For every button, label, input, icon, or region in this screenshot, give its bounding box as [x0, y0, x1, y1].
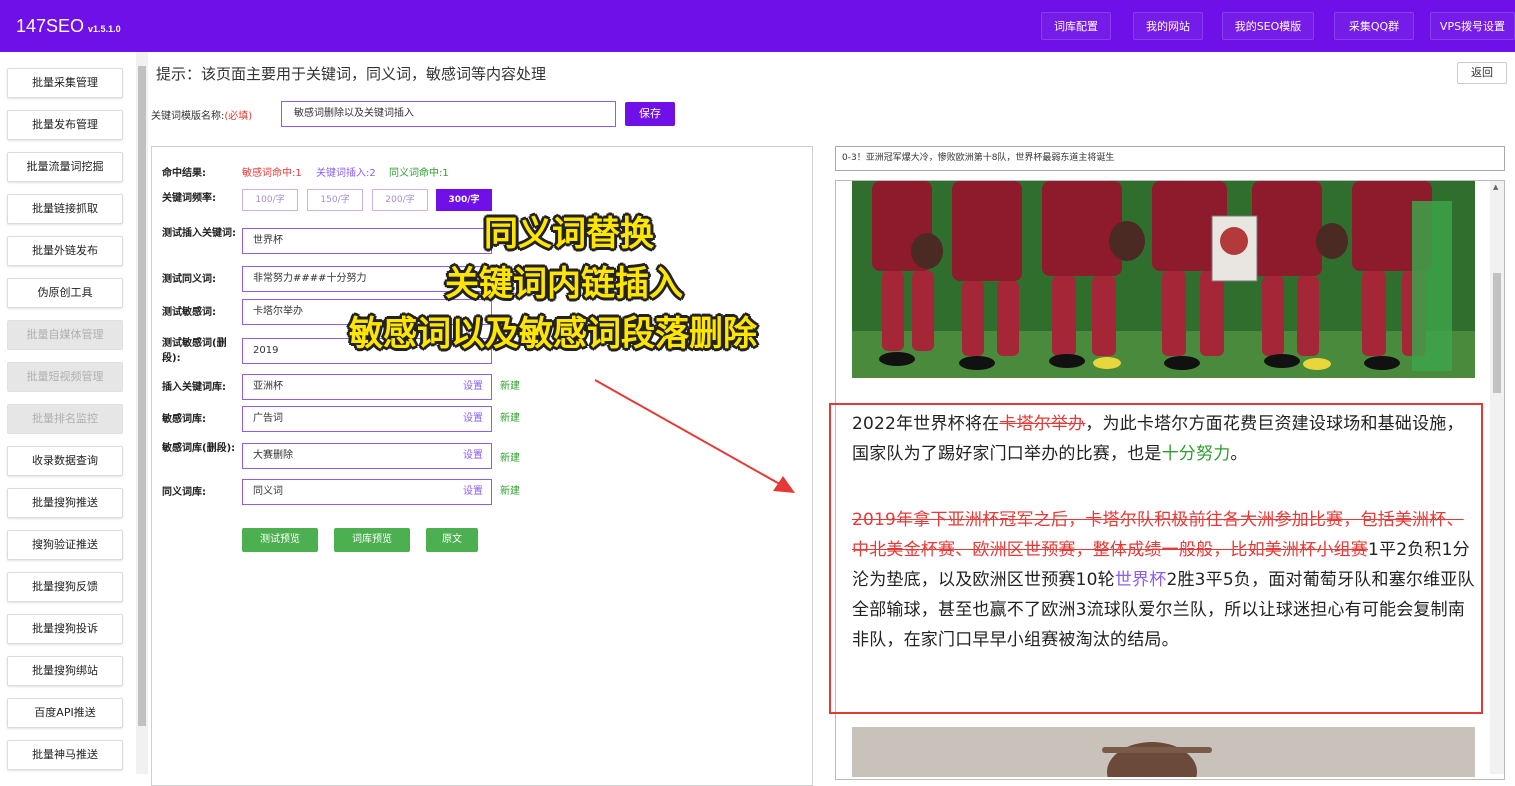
sidebar-scrollbar[interactable]: [136, 52, 148, 774]
save-button[interactable]: 保存: [625, 102, 675, 126]
nav-my-seo-templates[interactable]: 我的SEO模版: [1222, 12, 1314, 40]
lib-preview-button[interactable]: 词库预览: [334, 528, 410, 552]
page-hint: 提示：该页面主要用于关键词，同义词，敏感词等内容处理: [156, 65, 547, 83]
syn-lib-label: 同义词库:: [162, 487, 206, 498]
template-name-input[interactable]: 敏感词删除以及关键词插入: [281, 101, 616, 127]
syn-lib-value: 同义词: [253, 486, 283, 497]
football-team-photo: [852, 181, 1475, 378]
sidebar-item-17[interactable]: 批量神马推送: [7, 740, 123, 770]
sens-lib-new-link[interactable]: 新建: [500, 409, 520, 424]
sidebar-scroll-thumb[interactable]: [138, 66, 146, 726]
sens-lib-set-link[interactable]: 设置: [463, 407, 483, 431]
player-photo: [852, 727, 1475, 777]
sensitive-del-label: 测试敏感词(删段):: [162, 338, 227, 364]
team-photo-drawing: [852, 181, 1475, 378]
app-logo: 147SEO v1.5.1.0: [16, 16, 121, 37]
sidebar: 批量采集管理 批量发布管理 批量流量词挖掘 批量链接抓取 批量外链发布 伪原创工具批量自媒…: [0, 52, 137, 774]
sidebar-item-15[interactable]: 批量搜狗绑站: [7, 656, 123, 686]
sidebar-item-6[interactable]: 伪原创工具: [7, 278, 123, 308]
required-mark: (必填): [224, 111, 253, 122]
syn-lib-input[interactable]: 同义词 设置: [242, 479, 492, 505]
template-name-label-text: 关键词模版名称:: [151, 111, 225, 122]
sidebar-item-13[interactable]: 批量搜狗反馈: [7, 572, 123, 602]
freq-option-150[interactable]: 150/字: [307, 189, 363, 211]
insert-lib-label: 插入关键词库:: [162, 382, 226, 393]
scroll-up-icon[interactable]: ▲: [1493, 183, 1498, 191]
synonym-label: 测试同义词:: [162, 274, 216, 285]
sens-del-lib-label: 敏感词库(删段):: [162, 443, 236, 454]
sidebar-item-10[interactable]: 收录数据查询: [7, 446, 123, 476]
nav-qq-groups[interactable]: 采集QQ群: [1334, 12, 1414, 40]
sidebar-item-2[interactable]: 批量发布管理: [7, 110, 123, 140]
syn-lib-set-link[interactable]: 设置: [463, 480, 483, 504]
sidebar-item-9: 批量排名监控: [7, 404, 123, 434]
sidebar-item-7: 批量自媒体管理: [7, 320, 123, 350]
template-name-label: 关键词模版名称:(必填): [151, 107, 252, 122]
sens-lib-value: 广告词: [253, 413, 283, 424]
sidebar-item-8: 批量短视频管理: [7, 362, 123, 392]
sidebar-item-11[interactable]: 批量搜狗推送: [7, 488, 123, 518]
original-button[interactable]: 原文: [426, 528, 478, 552]
highlight-box: [829, 403, 1483, 714]
result-label: 命中结果:: [162, 168, 206, 179]
result-sensitive: 敏感词命中:1: [242, 168, 302, 179]
sidebar-item-16[interactable]: 百度API推送: [7, 698, 123, 728]
annotation-arrow-icon: [594, 379, 795, 493]
preview-scrollbar[interactable]: ▲: [1490, 181, 1504, 774]
sens-del-lib-input[interactable]: 大赛删除 设置: [242, 443, 492, 469]
sens-del-lib-value: 大赛删除: [253, 450, 293, 461]
sidebar-item-12[interactable]: 搜狗验证推送: [7, 530, 123, 560]
freq-label: 关键词频率:: [162, 193, 216, 204]
back-button[interactable]: 返回: [1457, 62, 1507, 84]
caption-keyword-insert: 关键词内链插入: [445, 264, 683, 304]
sidebar-item-4[interactable]: 批量链接抓取: [7, 194, 123, 224]
syn-lib-new-link[interactable]: 新建: [500, 482, 520, 497]
sens-del-lib-new-link[interactable]: 新建: [500, 449, 520, 464]
player-photo-drawing: [852, 727, 1475, 777]
result-keyword: 关键词插入:2: [316, 168, 376, 179]
test-preview-button[interactable]: 测试预览: [242, 528, 318, 552]
sidebar-item-5[interactable]: 批量外链发布: [7, 236, 123, 266]
sens-del-lib-set-link[interactable]: 设置: [463, 444, 483, 468]
article-title-input[interactable]: 0-3！亚洲冠军爆大冷，惨败欧洲第十8队，世界杯最弱东道主将诞生: [835, 146, 1505, 171]
caption-sensitive-delete: 敏感词以及敏感词段落删除: [349, 314, 757, 354]
sidebar-item-14[interactable]: 批量搜狗投诉: [7, 614, 123, 644]
nav-vps-dialup[interactable]: VPS拨号设置: [1430, 12, 1515, 40]
insert-kw-label: 测试插入关键词:: [162, 228, 236, 239]
result-synonym: 同义词命中:1: [389, 168, 449, 179]
insert-lib-set-link[interactable]: 设置: [463, 375, 483, 399]
freq-option-200[interactable]: 200/字: [372, 189, 428, 211]
insert-lib-value: 亚洲杯: [253, 381, 283, 392]
sensitive-label: 测试敏感词:: [162, 307, 216, 318]
app-version: v1.5.1.0: [88, 24, 121, 34]
insert-kw-input[interactable]: 世界杯: [242, 228, 492, 254]
nav-my-sites[interactable]: 我的网站: [1133, 12, 1203, 40]
freq-option-100[interactable]: 100/字: [242, 189, 298, 211]
insert-lib-input[interactable]: 亚洲杯 设置: [242, 374, 492, 400]
app-logo-text: 147SEO: [16, 16, 85, 36]
preview-scroll-thumb[interactable]: [1493, 273, 1501, 393]
sidebar-item-3[interactable]: 批量流量词挖掘: [7, 152, 123, 182]
top-bar: 147SEO v1.5.1.0 词库配置 我的网站 我的SEO模版 采集QQ群 V…: [0, 0, 1515, 52]
sidebar-item-1[interactable]: 批量采集管理: [7, 68, 123, 98]
sens-lib-label: 敏感词库:: [162, 414, 206, 425]
insert-lib-new-link[interactable]: 新建: [500, 377, 520, 392]
caption-synonym-replace: 同义词替换: [484, 214, 654, 254]
nav-lexicon-config[interactable]: 词库配置: [1041, 12, 1111, 40]
sens-lib-input[interactable]: 广告词 设置: [242, 406, 492, 432]
